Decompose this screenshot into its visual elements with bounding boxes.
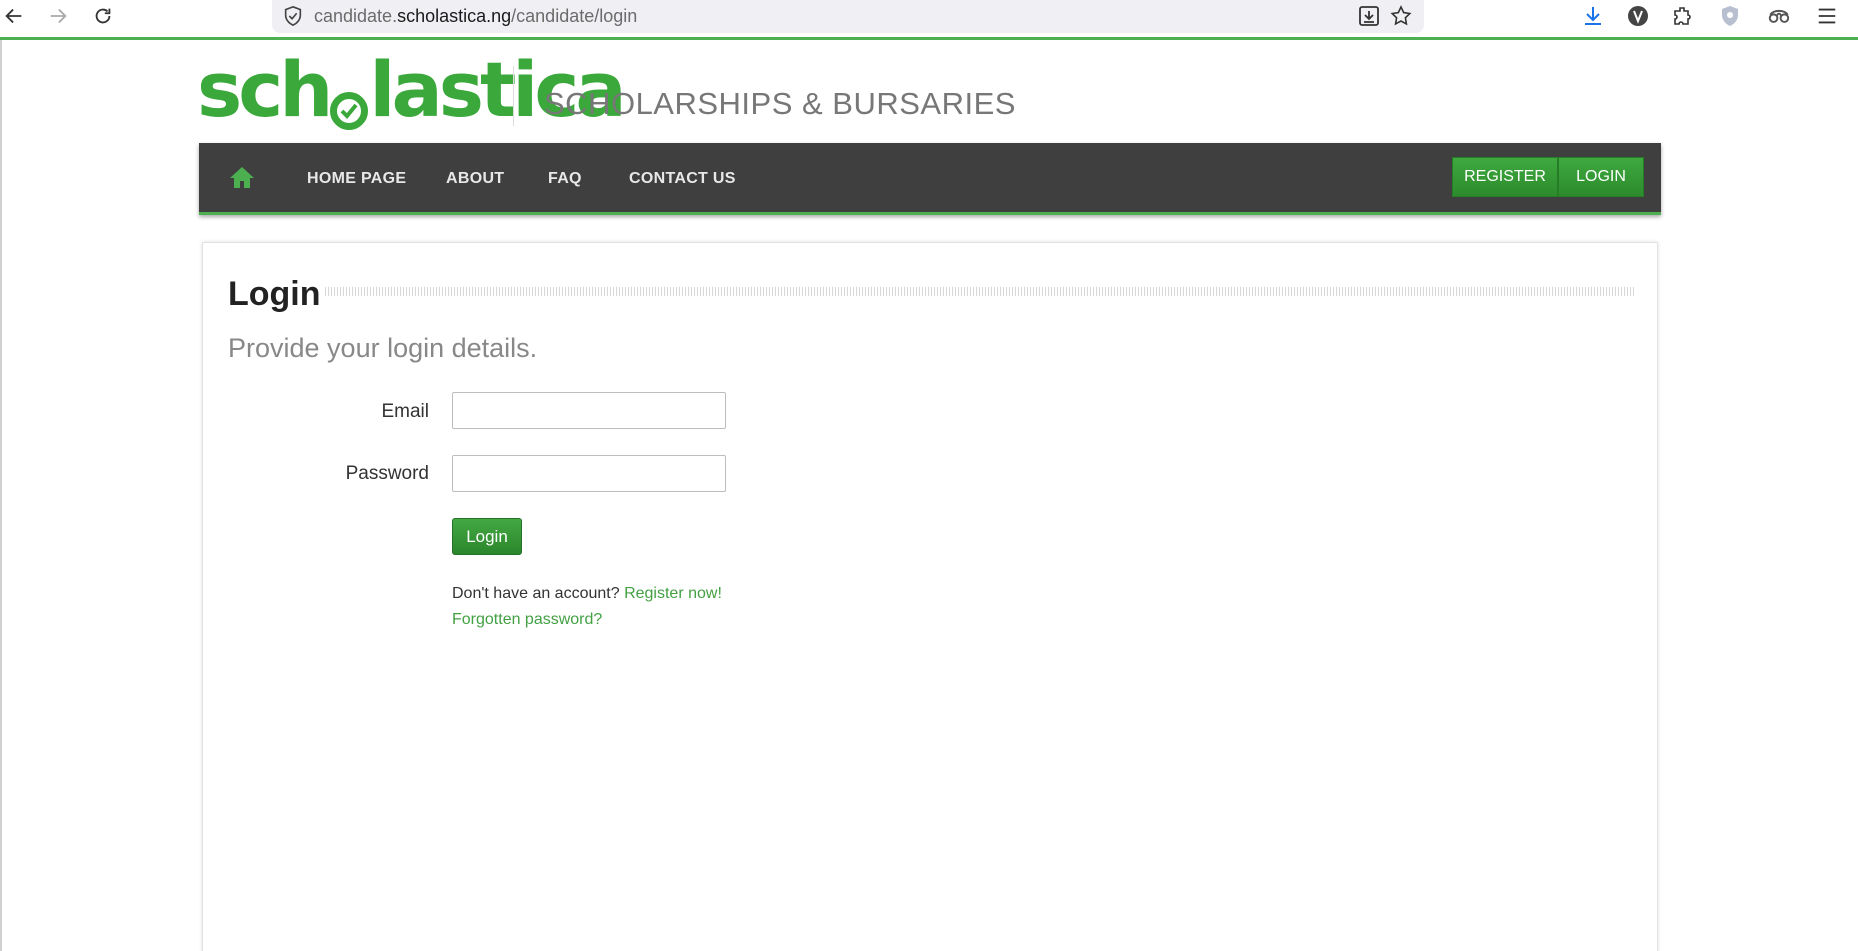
password-label: Password [345,463,429,484]
page-edge [0,40,2,951]
forgot-password-row: Forgotten password? [452,611,602,629]
email-field[interactable] [452,392,726,429]
nav-faq[interactable]: FAQ [548,170,582,188]
url-text[interactable]: candidate.scholastica.ng/candidate/login [314,6,637,27]
logo-text-left: sch [197,45,333,134]
header-divider [513,66,514,126]
email-label: Email [381,401,429,422]
no-account-text: Don't have an account? [452,585,620,602]
save-page-icon[interactable] [1357,4,1381,28]
login-panel: Login Provide your login details. Email … [202,242,1658,951]
check-circle-icon [330,92,369,130]
login-submit-button[interactable]: Login [452,518,522,555]
vpn-icon[interactable] [1766,3,1792,29]
main-navbar: HOME PAGE ABOUT FAQ CONTACT US REGISTER … [199,143,1661,215]
forgot-password-link[interactable]: Forgotten password? [452,611,602,628]
reload-icon[interactable] [89,2,117,30]
home-icon[interactable] [229,165,255,189]
register-now-link[interactable]: Register now! [624,585,722,602]
privacy-badger-icon[interactable] [1717,3,1743,29]
page-subtitle: Provide your login details. [228,333,538,363]
back-icon[interactable] [0,2,28,30]
register-prompt: Don't have an account? Register now! [452,585,722,603]
address-bar[interactable]: candidate.scholastica.ng/candidate/login [272,0,1424,33]
bookmark-star-icon[interactable] [1389,4,1413,28]
nav-home-page[interactable]: HOME PAGE [307,170,406,188]
login-nav-button[interactable]: LOGIN [1558,157,1644,197]
password-field[interactable] [452,455,726,492]
page-title: Login [228,275,321,313]
menu-icon[interactable] [1814,3,1840,29]
title-divider [325,287,1635,296]
downloads-icon[interactable] [1580,3,1606,29]
profile-v-icon[interactable] [1625,3,1651,29]
nav-about[interactable]: ABOUT [446,170,504,188]
forward-icon[interactable] [44,2,72,30]
site-tagline: SCHOLARSHIPS & BURSARIES [544,86,1016,121]
nav-contact-us[interactable]: CONTACT US [629,170,736,188]
browser-toolbar: candidate.scholastica.ng/candidate/login [0,0,1858,40]
extensions-icon[interactable] [1670,3,1696,29]
register-button[interactable]: REGISTER [1452,157,1558,197]
shield-icon[interactable] [282,5,304,27]
